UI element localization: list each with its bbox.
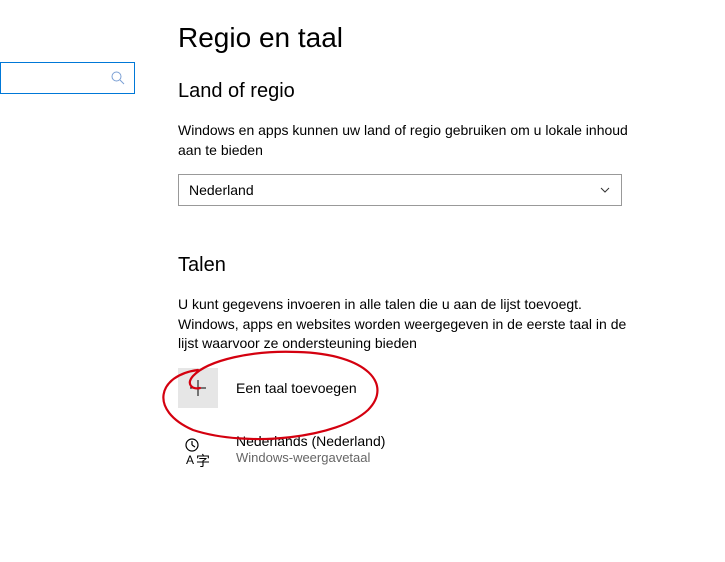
add-language-label: Een taal toevoegen (236, 380, 357, 396)
region-dropdown[interactable]: Nederland (178, 174, 622, 206)
plus-icon (189, 379, 207, 397)
language-clock-char-icon: A 字 (182, 436, 214, 468)
add-language-button[interactable]: Een taal toevoegen (178, 368, 638, 408)
language-item[interactable]: A 字 Nederlands (Nederland) Windows-weerg… (178, 428, 638, 476)
region-selected-value: Nederland (189, 182, 254, 198)
svg-text:字: 字 (196, 453, 210, 468)
languages-description: U kunt gegevens invoeren in alle talen d… (178, 295, 638, 354)
languages-section-header: Talen (178, 254, 638, 277)
search-icon (110, 70, 126, 86)
region-section-header: Land of regio (178, 80, 638, 103)
page-title: Regio en taal (178, 22, 638, 54)
svg-text:A: A (186, 453, 194, 467)
search-input[interactable] (0, 62, 135, 94)
language-subtitle: Windows-weergavetaal (236, 450, 385, 467)
language-name: Nederlands (Nederland) (236, 432, 385, 450)
plus-button-box (178, 368, 218, 408)
language-icon-box: A 字 (178, 432, 218, 472)
region-description: Windows en apps kunnen uw land of regio … (178, 121, 638, 160)
chevron-down-icon (599, 184, 611, 196)
